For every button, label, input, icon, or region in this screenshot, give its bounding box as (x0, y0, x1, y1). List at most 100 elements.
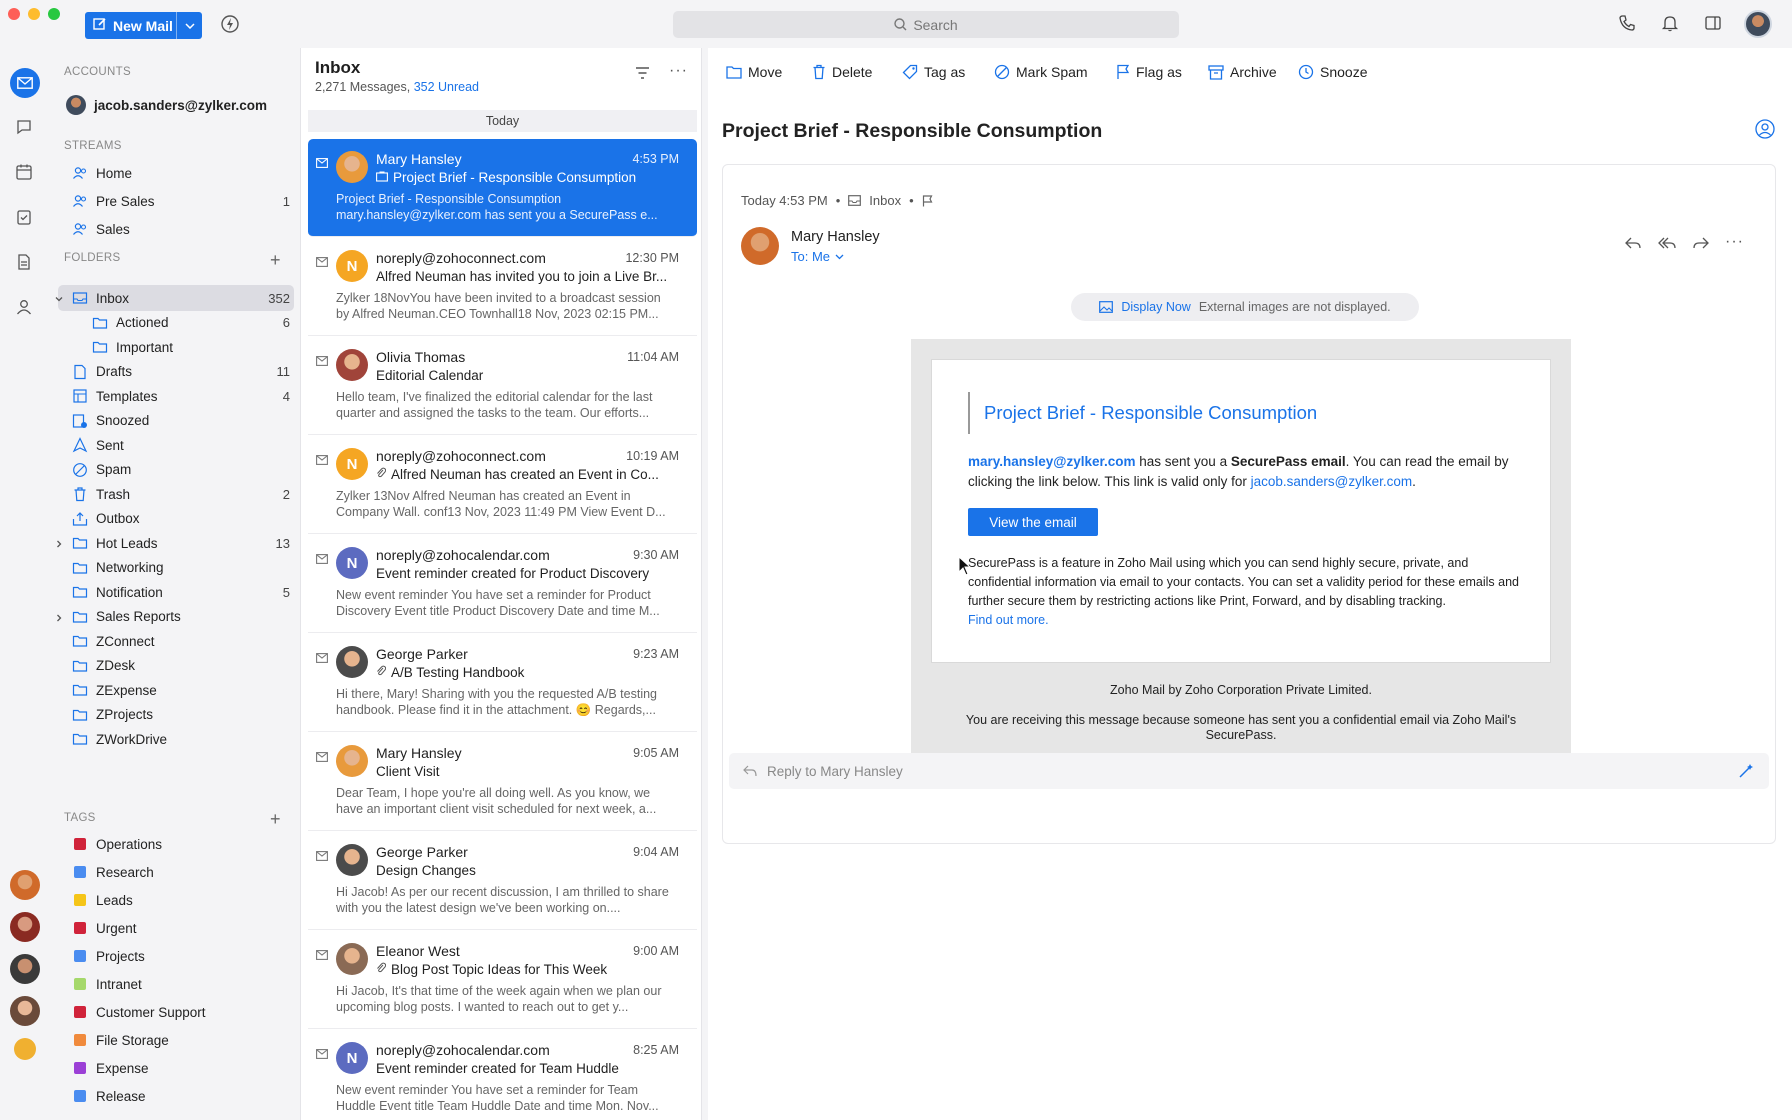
message-row[interactable]: Mary Hansley 9:05 AM Client Visit Dear Team… (308, 733, 697, 831)
message-row[interactable]: Mary Hansley 4:53 PM Project Brief - Respo… (308, 139, 697, 237)
folder-outbox[interactable]: Outbox (58, 506, 294, 532)
message-row[interactable]: Nnoreply@zohocalendar.com 8:25 AM Event re… (308, 1030, 697, 1120)
view-email-button[interactable]: View the email (968, 508, 1098, 536)
chevron-right-icon[interactable] (54, 611, 64, 626)
folder-zexpense[interactable]: ZExpense (58, 677, 294, 703)
add-tag-button[interactable]: + (270, 809, 281, 830)
folder-hot-leads[interactable]: Hot Leads 13 (57, 530, 294, 556)
tasks-icon[interactable] (15, 208, 35, 228)
folder-sent[interactable]: Sent (58, 432, 294, 458)
message-row[interactable]: Nnoreply@zohoconnect.com 12:30 PM Alfred N… (308, 238, 697, 336)
bot-icon[interactable] (14, 1038, 36, 1060)
envelope-icon[interactable] (316, 1046, 328, 1059)
flag-as-button[interactable]: Flag as (1116, 64, 1182, 80)
tag-item[interactable]: File Storage (58, 1027, 294, 1053)
more-actions-icon[interactable]: ··· (1725, 233, 1744, 253)
tag-as-button[interactable]: Tag as (902, 64, 965, 80)
message-row[interactable]: Olivia Thomas 11:04 AM Editorial Calendar H… (308, 337, 697, 435)
folder-zworkdrive[interactable]: ZWorkDrive (58, 726, 294, 752)
folder-inbox[interactable]: Inbox 352 (55, 285, 294, 311)
stream-item[interactable]: Home (58, 160, 294, 186)
stream-item[interactable]: Sales (58, 216, 294, 242)
tag-item[interactable]: Release (58, 1083, 294, 1109)
search-input[interactable]: Search (673, 11, 1179, 38)
folder-networking[interactable]: Networking (58, 555, 294, 581)
calendar-icon[interactable] (316, 452, 328, 465)
tag-item[interactable]: Projects (58, 943, 294, 969)
reply-all-icon[interactable] (1657, 233, 1677, 253)
recipients-toggle[interactable]: To: Me (791, 249, 844, 264)
minimize-window-button[interactable] (28, 8, 40, 20)
flag-icon[interactable] (922, 194, 933, 207)
unread-filter-link[interactable]: 352 Unread (414, 80, 479, 94)
panel-toggle-icon[interactable] (1704, 14, 1724, 34)
folder-templates[interactable]: Templates 4 (58, 383, 294, 409)
folder-sales-reports[interactable]: Sales Reports (57, 604, 294, 630)
contact-avatar[interactable] (10, 954, 40, 984)
contact-avatar[interactable] (10, 912, 40, 942)
notes-icon[interactable] (15, 253, 35, 273)
envelope-icon[interactable] (316, 254, 328, 267)
chevron-right-icon[interactable] (54, 537, 64, 552)
envelope-icon[interactable] (316, 848, 328, 861)
tag-item[interactable]: Urgent (58, 915, 294, 941)
magic-wand-icon[interactable] (1737, 762, 1755, 780)
chevron-down-icon[interactable] (54, 292, 64, 307)
message-row[interactable]: Nnoreply@zohocalendar.com 9:30 AM Event re… (308, 535, 697, 633)
sender-avatar[interactable] (741, 227, 779, 265)
more-options-icon[interactable]: ··· (669, 62, 688, 80)
tag-item[interactable]: Intranet (58, 971, 294, 997)
contact-avatar[interactable] (10, 996, 40, 1026)
folder-snoozed[interactable]: Snoozed (58, 408, 294, 434)
envelope-icon[interactable] (316, 947, 328, 960)
envelope-icon[interactable] (316, 353, 328, 366)
quick-reply-input[interactable]: Reply to Mary Hansley (729, 753, 1769, 789)
user-avatar[interactable] (1744, 10, 1772, 38)
mark-spam-button[interactable]: Mark Spam (994, 64, 1088, 80)
folder-trash[interactable]: Trash 2 (58, 481, 294, 507)
tag-item[interactable]: Expense (58, 1055, 294, 1081)
find-out-more-link[interactable]: Find out more. (968, 613, 1049, 627)
bell-icon[interactable] (1661, 14, 1681, 34)
contacts-icon[interactable] (15, 298, 35, 318)
envelope-icon[interactable] (316, 749, 328, 762)
forward-icon[interactable] (1691, 233, 1711, 253)
move-button[interactable]: Move (726, 64, 782, 80)
reply-icon[interactable] (1623, 233, 1643, 253)
folder-zconnect[interactable]: ZConnect (58, 628, 294, 654)
tag-item[interactable]: Leads (58, 887, 294, 913)
message-row[interactable]: Nnoreply@zohoconnect.com 10:19 AM Alfred N… (308, 436, 697, 534)
archive-button[interactable]: Archive (1208, 64, 1277, 80)
message-row[interactable]: Eleanor West 9:00 AM Blog Post Topic Ideas… (308, 931, 697, 1029)
folder-zprojects[interactable]: ZProjects (58, 702, 294, 728)
message-row[interactable]: George Parker 9:23 AM A/B Testing Handbook… (308, 634, 697, 732)
recipient-email-link[interactable]: jacob.sanders@zylker.com (1251, 474, 1413, 489)
new-mail-dropdown[interactable] (176, 12, 202, 39)
folder-spam[interactable]: Spam (58, 457, 294, 483)
chat-icon[interactable] (15, 118, 35, 138)
phone-icon[interactable] (1618, 14, 1638, 34)
tag-item[interactable]: Research (58, 859, 294, 885)
quick-actions-icon[interactable] (220, 14, 240, 34)
email-folder[interactable]: Inbox (869, 193, 901, 208)
envelope-icon[interactable] (316, 155, 328, 168)
folder-important[interactable]: Important (58, 334, 294, 360)
new-mail-button[interactable]: New Mail (85, 12, 202, 39)
tag-item[interactable]: Operations (58, 831, 294, 857)
sender-email-link[interactable]: mary.hansley@zylker.com (968, 454, 1136, 469)
account-item[interactable]: jacob.sanders@zylker.com (58, 92, 294, 118)
envelope-icon[interactable] (316, 650, 328, 663)
mail-app-icon[interactable] (10, 68, 40, 98)
delete-button[interactable]: Delete (812, 64, 872, 80)
close-window-button[interactable] (8, 8, 20, 20)
add-folder-button[interactable]: + (270, 250, 281, 271)
message-row[interactable]: George Parker 9:04 AM Design Changes Hi Jac… (308, 832, 697, 930)
tag-item[interactable]: Customer Support (58, 999, 294, 1025)
filter-icon[interactable] (635, 66, 650, 82)
envelope-icon[interactable] (316, 551, 328, 564)
snooze-button[interactable]: Snooze (1298, 64, 1367, 80)
folder-actioned[interactable]: Actioned 6 (58, 310, 294, 336)
calendar-icon[interactable] (15, 163, 35, 183)
folder-notification[interactable]: Notification 5 (58, 579, 294, 605)
sender-name[interactable]: Mary Hansley (791, 229, 880, 245)
